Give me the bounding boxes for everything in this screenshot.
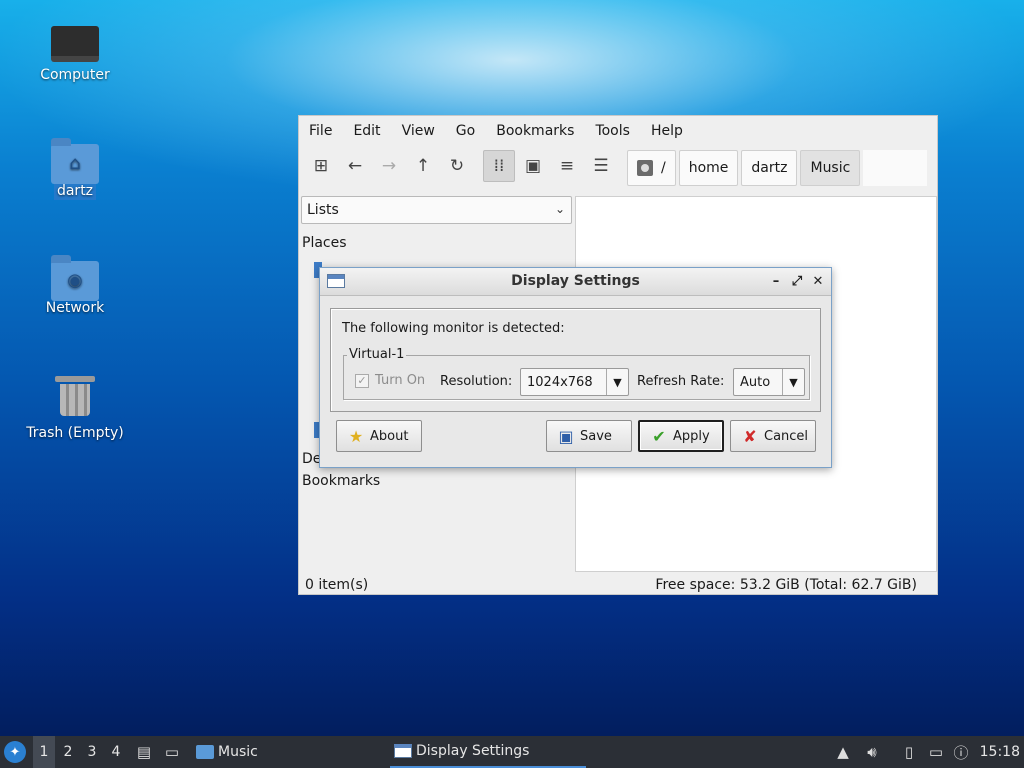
up-arrow-icon[interactable]: ↑ [407, 150, 439, 182]
path-music-button[interactable]: Music [800, 150, 861, 186]
side-pane-mode-select[interactable]: Lists ⌄ [301, 196, 572, 224]
icon-view-icon[interactable]: ⁞⁞ [483, 150, 515, 182]
detailed-list-icon[interactable]: ☰ [585, 150, 617, 182]
places-heading: Places [302, 235, 347, 251]
dialog-titlebar[interactable]: Display Settings – ⤢ ✕ [320, 268, 831, 296]
desktop-icon-network[interactable]: ◉ Network [15, 255, 135, 317]
save-button[interactable]: ▣ Save [546, 420, 632, 452]
workspace-3-button[interactable]: 3 [81, 736, 103, 768]
path-root-button[interactable]: / [627, 150, 676, 186]
refresh-rate-select[interactable]: Auto ▼ [733, 368, 805, 396]
path-home-button[interactable]: home [678, 150, 739, 186]
workspace-2-button[interactable]: 2 [57, 736, 79, 768]
resolution-label: Resolution: [440, 374, 513, 389]
menu-file[interactable]: File [303, 123, 338, 139]
dropdown-arrow-icon: ▼ [782, 369, 804, 395]
monitor-name: Virtual-1 [347, 347, 407, 362]
desktop-icon-label: dartz [53, 182, 97, 200]
notification-icon[interactable]: ⓘ [950, 736, 972, 768]
desktop-icon-label: Network [45, 300, 105, 316]
folder-icon [196, 745, 214, 759]
path-dartz-button[interactable]: dartz [741, 150, 798, 186]
workspace-4-button[interactable]: 4 [105, 736, 127, 768]
task-display-settings-button[interactable]: Display Settings [390, 736, 586, 768]
refresh-rate-label: Refresh Rate: [637, 374, 725, 389]
menu-go[interactable]: Go [450, 123, 481, 139]
menu-edit[interactable]: Edit [347, 123, 386, 139]
taskbar: ✦ 1 2 3 4 ▤ ▭ Music Display Settings ▲ 🔊… [0, 736, 1024, 768]
toolbar: ⊞ ← → ↑ ↻ ⁞⁞ ▣ ≡ ☰ / home dartz Music [299, 146, 937, 188]
star-icon: ★ [348, 426, 364, 446]
free-space: Free space: 53.2 GiB (Total: 62.7 GiB) [655, 577, 917, 593]
trash-icon [55, 372, 95, 420]
chevron-down-icon: ⌄ [554, 202, 565, 216]
apply-button[interactable]: ✔ Apply [638, 420, 724, 452]
menu-view[interactable]: View [396, 123, 441, 139]
menu-tools[interactable]: Tools [589, 123, 636, 139]
checkmark-icon: ✔ [652, 426, 666, 446]
window-icon [394, 744, 412, 758]
volume-icon[interactable]: 🔊︎ [861, 736, 883, 768]
item-count: 0 item(s) [305, 577, 369, 593]
monitor-group: Virtual-1 ✓ Turn On Resolution: 1024x768… [343, 347, 810, 400]
start-menu-button[interactable]: ✦ [4, 736, 28, 768]
network-folder-icon: ◉ [51, 255, 99, 301]
monitor-panel: The following monitor is detected: Virtu… [330, 308, 821, 412]
compact-view-icon[interactable]: ≡ [551, 150, 583, 182]
workspace-1-button[interactable]: 1 [33, 736, 55, 768]
show-desktop-icon[interactable]: ▭ [161, 736, 183, 768]
resolution-select[interactable]: 1024x768 ▼ [520, 368, 629, 396]
forward-arrow-icon[interactable]: → [373, 150, 405, 182]
desktop-icon-label: Trash (Empty) [26, 425, 124, 441]
minimize-icon[interactable]: – [767, 272, 785, 290]
desktop-icon-label: Computer [40, 67, 110, 83]
turn-on-checkbox[interactable]: ✓ Turn On [355, 373, 425, 388]
computer-icon [51, 26, 99, 62]
task-music-button[interactable]: Music [192, 736, 262, 768]
menu-help[interactable]: Help [645, 123, 689, 139]
thumbnail-view-icon[interactable]: ▣ [517, 150, 549, 182]
dialog-title: Display Settings [511, 273, 640, 289]
new-tab-icon[interactable]: ⊞ [305, 150, 337, 182]
bookmarks-heading: Bookmarks [302, 473, 381, 489]
detected-text: The following monitor is detected: [342, 321, 565, 336]
close-icon[interactable]: ✕ [809, 272, 827, 290]
desktop-icon-trash[interactable]: Trash (Empty) [15, 372, 135, 442]
back-arrow-icon[interactable]: ← [339, 150, 371, 182]
drive-icon [637, 160, 653, 176]
floppy-disk-icon: ▣ [558, 426, 574, 446]
path-bar: / home dartz Music [627, 150, 928, 186]
tray-arrow-icon[interactable]: ▲ [832, 736, 854, 768]
clipboard-icon[interactable]: ▯ [898, 736, 920, 768]
desktop-icon-home-folder[interactable]: ⌂ dartz [15, 138, 135, 200]
menu-bar: File Edit View Go Bookmarks Tools Help [299, 116, 937, 146]
reload-icon[interactable]: ↻ [441, 150, 473, 182]
path-bar-empty [863, 150, 928, 186]
network-icon[interactable]: ▭ [925, 736, 947, 768]
cross-icon: ✘ [743, 426, 757, 446]
cancel-button[interactable]: ✘ Cancel [730, 420, 816, 452]
lxqt-logo-icon: ✦ [4, 741, 26, 763]
status-bar: 0 item(s) Free space: 53.2 GiB (Total: 6… [299, 574, 937, 596]
display-settings-dialog: Display Settings – ⤢ ✕ The following mon… [319, 267, 832, 468]
clock[interactable]: 15:18 [980, 736, 1020, 768]
menu-bookmarks[interactable]: Bookmarks [490, 123, 580, 139]
about-button[interactable]: ★ About [336, 420, 422, 452]
maximize-icon[interactable]: ⤢ [788, 272, 806, 290]
home-folder-icon: ⌂ [51, 138, 99, 184]
file-manager-launcher-icon[interactable]: ▤ [133, 736, 155, 768]
checkbox-icon: ✓ [355, 373, 369, 388]
desktop-icon-computer[interactable]: Computer [15, 22, 135, 84]
dropdown-arrow-icon: ▼ [606, 369, 628, 395]
